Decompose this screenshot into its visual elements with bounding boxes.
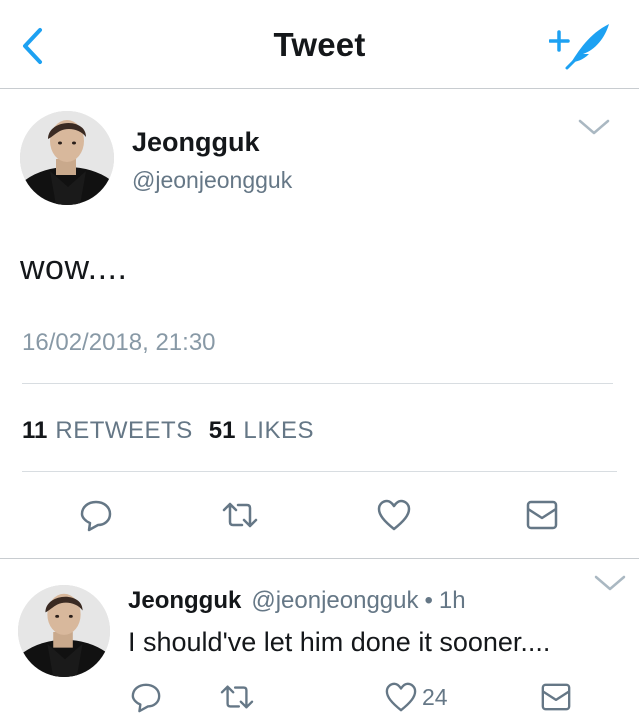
reply-button[interactable] bbox=[130, 677, 162, 717]
divider bbox=[22, 383, 613, 384]
separator-dot: • bbox=[424, 587, 433, 614]
like-count: 24 bbox=[422, 683, 448, 710]
reply-time: 1h bbox=[438, 587, 466, 614]
tweet-timestamp: 16/02/2018, 21:30 bbox=[22, 329, 216, 356]
direct-message-button[interactable] bbox=[518, 489, 566, 541]
likes-count[interactable]: 51 bbox=[209, 417, 236, 445]
tweet-text: wow.... bbox=[20, 249, 128, 287]
tweet-options-button[interactable] bbox=[593, 573, 627, 593]
retweet-icon bbox=[220, 685, 254, 709]
chevron-down-icon bbox=[578, 119, 610, 135]
navigation-bar: Tweet bbox=[0, 0, 639, 89]
page-title: Tweet bbox=[273, 26, 366, 63]
reply-button[interactable] bbox=[72, 489, 120, 541]
retweet-button[interactable] bbox=[218, 677, 256, 717]
compose-tweet-button[interactable] bbox=[548, 20, 613, 72]
divider bbox=[22, 471, 617, 472]
avatar-image bbox=[20, 111, 114, 205]
tweet-action-bar bbox=[0, 489, 639, 545]
like-button[interactable] bbox=[370, 489, 418, 541]
like-icon bbox=[385, 682, 417, 712]
retweets-count[interactable]: 11 bbox=[22, 417, 47, 445]
direct-message-icon bbox=[526, 500, 558, 530]
retweets-label[interactable]: RETWEETS bbox=[55, 417, 192, 445]
tweet-action-bar: 24 bbox=[0, 677, 639, 717]
like-icon bbox=[377, 499, 411, 531]
retweet-button[interactable] bbox=[216, 489, 264, 541]
chevron-down-icon bbox=[594, 575, 626, 591]
reply-icon bbox=[131, 683, 161, 713]
avatar-image bbox=[18, 585, 110, 677]
like-button[interactable]: 24 bbox=[384, 677, 448, 717]
author-handle[interactable]: @jeonjeongguk bbox=[132, 167, 292, 194]
reply-header: Jeongguk @jeonjeongguk • 1h bbox=[128, 587, 466, 615]
avatar[interactable] bbox=[20, 111, 114, 205]
author-handle[interactable]: @jeonjeongguk bbox=[251, 587, 418, 615]
tweet-stats: 11 RETWEETS 51 LIKES bbox=[22, 417, 330, 445]
author-name[interactable]: Jeongguk bbox=[128, 587, 241, 615]
author-name[interactable]: Jeongguk bbox=[132, 127, 260, 158]
direct-message-button[interactable] bbox=[540, 677, 572, 717]
compose-tweet-icon bbox=[548, 24, 609, 70]
reply-tweet[interactable]: Jeongguk @jeonjeongguk • 1h I should've … bbox=[0, 559, 639, 720]
avatar[interactable] bbox=[18, 585, 110, 677]
tweet-options-button[interactable] bbox=[577, 117, 611, 137]
reply-icon bbox=[80, 500, 112, 532]
main-tweet: Jeongguk @jeonjeongguk wow.... 16/02/201… bbox=[0, 89, 639, 557]
tweet-text: I should've let him done it sooner.... bbox=[128, 627, 551, 657]
likes-label[interactable]: LIKES bbox=[243, 417, 314, 445]
direct-message-icon bbox=[541, 683, 571, 711]
retweet-icon bbox=[222, 502, 258, 528]
